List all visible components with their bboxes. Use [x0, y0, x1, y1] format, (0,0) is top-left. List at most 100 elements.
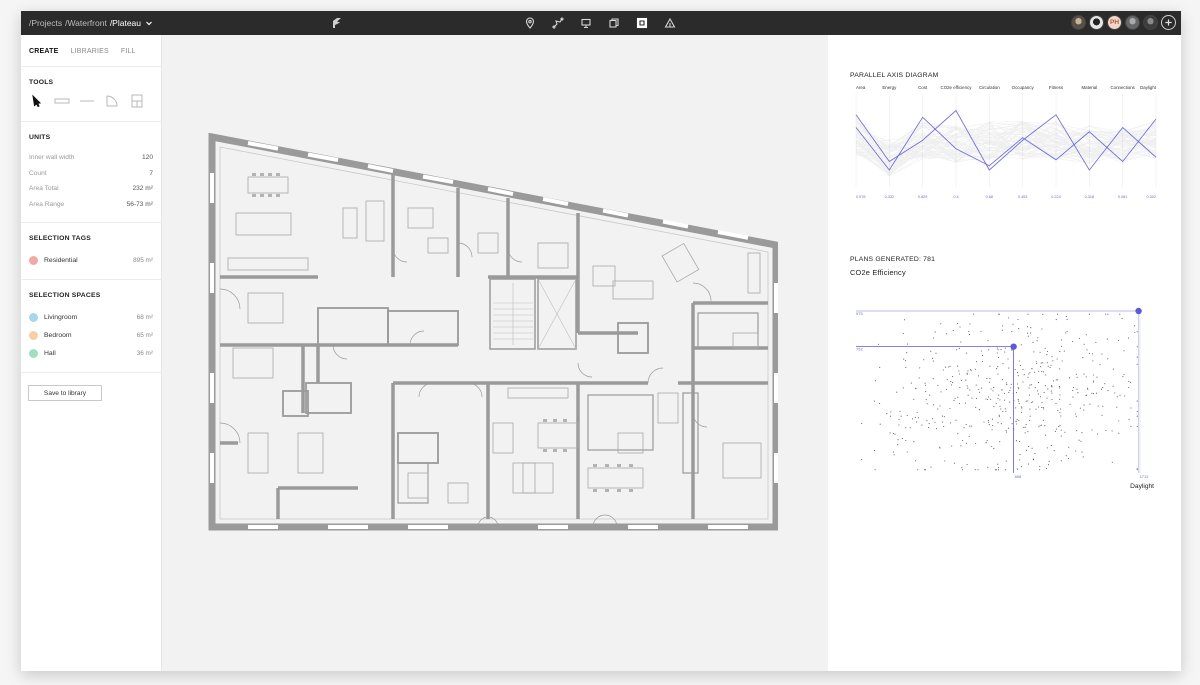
- data-point: [1009, 390, 1010, 391]
- data-point: [998, 357, 999, 358]
- data-point: [997, 349, 998, 350]
- data-point: [975, 407, 976, 408]
- data-point: [1048, 464, 1049, 465]
- data-point: [907, 415, 908, 416]
- layers-icon[interactable]: [607, 16, 621, 30]
- data-point: [1057, 358, 1058, 359]
- monitor-icon[interactable]: [579, 16, 593, 30]
- data-point: [1087, 389, 1088, 390]
- parallel-axis-chart[interactable]: Area0.576Energy0.332Cost0.829CO2e effici…: [850, 82, 1162, 200]
- space-value: 36 m²: [137, 350, 153, 357]
- data-point: [1137, 411, 1138, 412]
- data-point: [980, 331, 981, 332]
- tab-libraries[interactable]: LIBRARIES: [70, 48, 108, 66]
- data-point: [1029, 387, 1030, 388]
- add-user-button[interactable]: [1161, 15, 1176, 30]
- app-logo-icon[interactable]: [332, 17, 342, 29]
- route-icon[interactable]: [551, 16, 565, 30]
- tag-residential[interactable]: Residential 895 m²: [29, 251, 153, 269]
- line-icon[interactable]: [79, 94, 95, 113]
- data-point: [1005, 408, 1006, 409]
- data-point: [913, 399, 914, 400]
- section-title: TOOLS: [29, 79, 153, 86]
- data-point: [886, 413, 887, 414]
- floor-plan[interactable]: [208, 133, 778, 533]
- data-point: [983, 421, 984, 422]
- data-point: [1036, 361, 1037, 362]
- plan-view-icon[interactable]: [635, 16, 649, 30]
- data-point: [1061, 460, 1062, 461]
- data-point: [999, 399, 1000, 400]
- data-point: [957, 366, 958, 367]
- data-point: [1019, 360, 1020, 361]
- plan-canvas[interactable]: [162, 35, 828, 671]
- color-dot: [29, 313, 38, 322]
- tab-fill[interactable]: FILL: [121, 48, 136, 66]
- avatar[interactable]: [1071, 15, 1086, 30]
- data-point: [992, 419, 993, 420]
- axis-value: 0.081: [1118, 195, 1128, 199]
- data-point: [1050, 367, 1051, 368]
- data-point: [979, 392, 980, 393]
- door-icon[interactable]: [104, 94, 120, 113]
- data-point: [959, 403, 960, 404]
- data-point: [1089, 314, 1090, 315]
- data-point: [1027, 333, 1028, 334]
- data-point: [951, 445, 952, 446]
- data-point: [959, 326, 960, 327]
- selected-point: [1010, 343, 1016, 349]
- pointer-icon[interactable]: [29, 94, 45, 113]
- tab-create[interactable]: CREATE: [29, 48, 58, 66]
- data-point: [950, 422, 951, 423]
- avatar[interactable]: [1089, 15, 1104, 30]
- avatar[interactable]: PH: [1107, 15, 1122, 30]
- location-pin-icon[interactable]: [523, 16, 537, 30]
- data-point: [1022, 369, 1023, 370]
- space-hall[interactable]: Hall 36 m²: [29, 344, 153, 362]
- wall-icon[interactable]: [54, 94, 70, 113]
- data-point: [1059, 394, 1060, 395]
- data-point: [1029, 385, 1030, 386]
- space-value: 65 m²: [137, 332, 153, 339]
- avatar[interactable]: [1143, 15, 1158, 30]
- data-point: [893, 452, 894, 453]
- breadcrumb-projects[interactable]: /Projects: [29, 18, 62, 28]
- data-point: [945, 367, 946, 368]
- save-to-library-button[interactable]: Save to library: [28, 385, 102, 401]
- data-point: [1002, 379, 1003, 380]
- axis-value: 0.576: [856, 195, 866, 199]
- data-point: [1053, 380, 1054, 381]
- data-point: [1002, 325, 1003, 326]
- breadcrumb-plateau[interactable]: /Plateau: [110, 18, 141, 28]
- data-point: [987, 467, 988, 468]
- data-point: [998, 395, 999, 396]
- data-point: [1059, 425, 1060, 426]
- space-bedroom[interactable]: Bedroom 65 m²: [29, 326, 153, 344]
- data-point: [949, 366, 950, 367]
- triangle-icon[interactable]: [663, 16, 677, 30]
- data-point: [954, 463, 955, 464]
- data-point: [1051, 391, 1052, 392]
- scatter-chart[interactable]: 9757528081712Daylight: [850, 291, 1165, 491]
- data-point: [1055, 431, 1056, 432]
- data-point: [923, 359, 924, 360]
- data-point: [1137, 346, 1138, 347]
- space-livingroom[interactable]: Livingroom 68 m²: [29, 308, 153, 326]
- window-icon[interactable]: [129, 94, 145, 113]
- chevron-down-icon[interactable]: [145, 19, 153, 27]
- data-point: [1002, 411, 1003, 412]
- avatar[interactable]: [1125, 15, 1140, 30]
- data-point: [929, 395, 930, 396]
- data-point: [968, 331, 969, 332]
- data-point: [905, 427, 906, 428]
- data-point: [906, 352, 907, 353]
- breadcrumb-waterfront[interactable]: /Waterfront: [65, 18, 107, 28]
- data-point: [904, 319, 905, 320]
- data-point: [1046, 468, 1047, 469]
- data-point: [967, 370, 968, 371]
- data-point: [1031, 402, 1032, 403]
- data-point: [879, 403, 880, 404]
- space-label: Bedroom: [44, 332, 137, 339]
- data-point: [1026, 450, 1027, 451]
- data-point: [1081, 432, 1082, 433]
